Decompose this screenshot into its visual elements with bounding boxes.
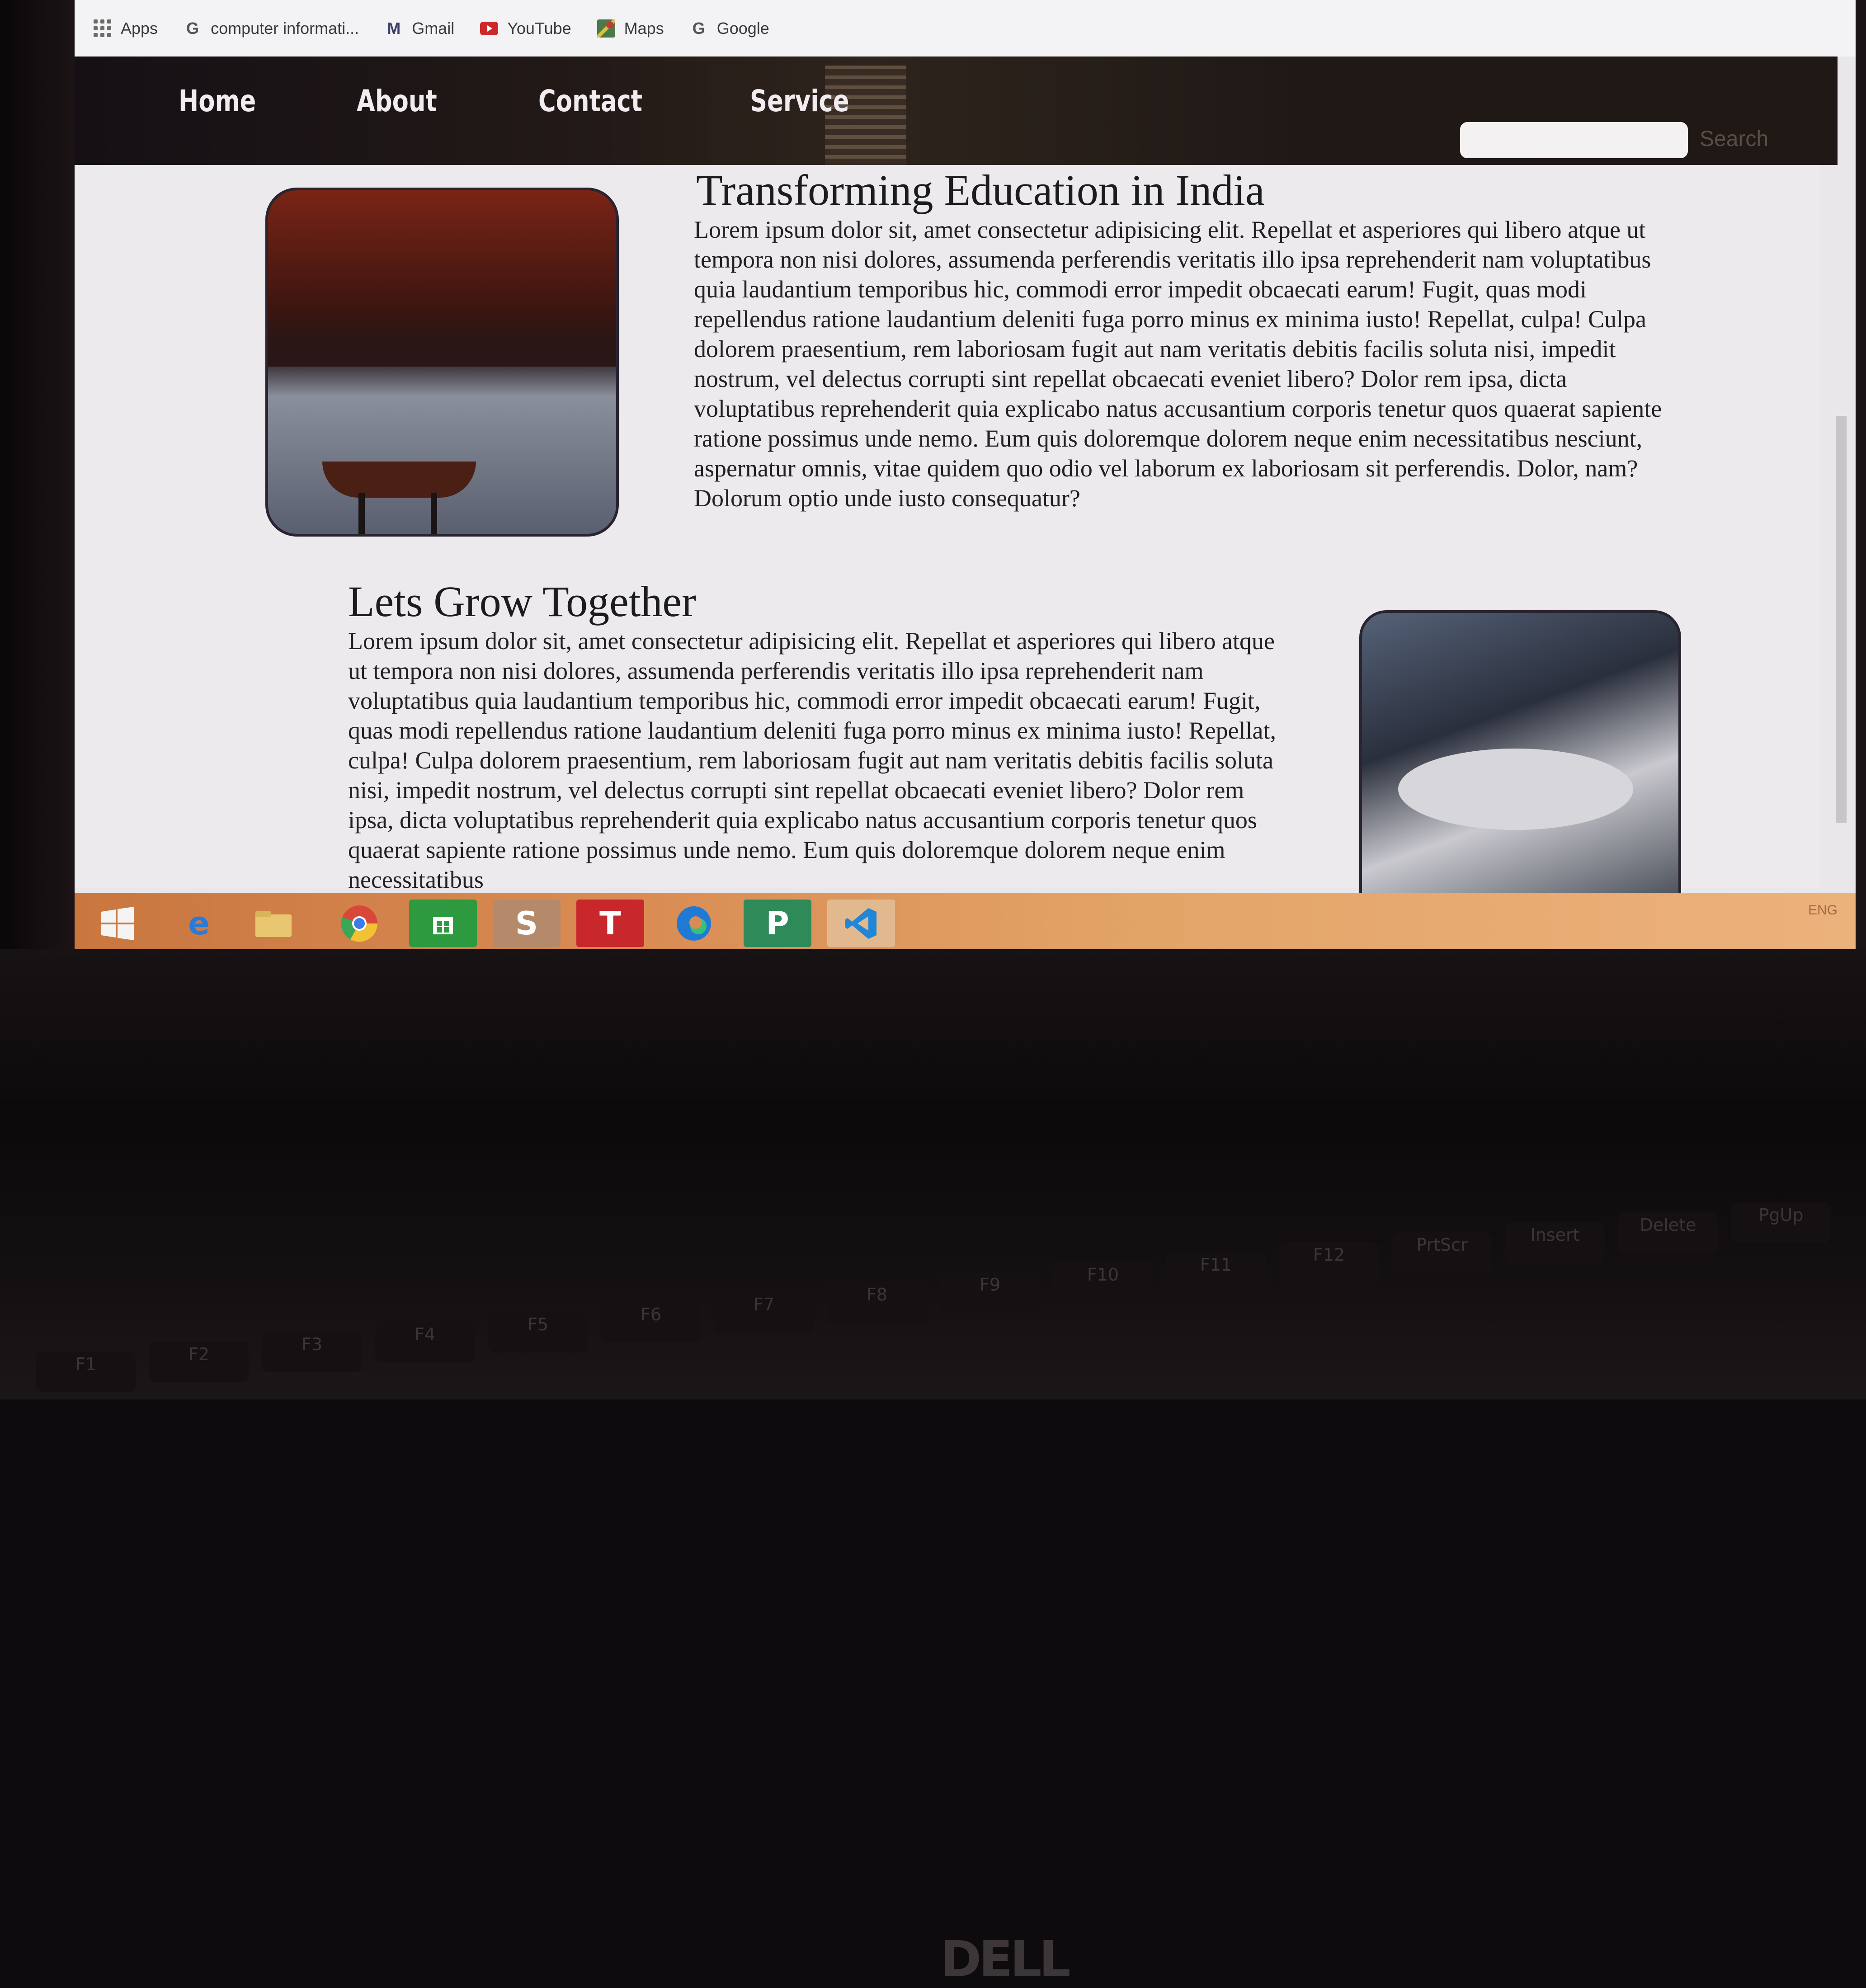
key-f11[interactable]: F11 [1166,1252,1266,1293]
bookmark-label: YouTube [507,19,571,38]
typing-app-icon[interactable]: T [576,900,644,947]
section-title-grow: Lets Grow Together [348,577,696,626]
bookmark-label: Google [716,19,769,38]
bookmark-label: Gmail [412,19,455,38]
store-icon[interactable] [409,900,477,947]
key-f8[interactable]: F8 [827,1282,927,1323]
tray-language[interactable]: ENG [1808,903,1838,918]
edge-icon[interactable] [660,900,728,947]
chrome-icon[interactable] [325,900,393,947]
windows-start-icon[interactable] [84,900,151,947]
key-f1[interactable]: F1 [36,1352,136,1392]
bookmark-label: Apps [121,19,158,38]
key-f4[interactable]: F4 [375,1322,475,1362]
search-button[interactable]: Search [1700,127,1768,151]
section-body-education: Lorem ipsum dolor sit, amet consectetur … [694,216,1662,512]
project-icon[interactable]: P [744,900,811,947]
key-insert[interactable]: Insert [1505,1222,1605,1263]
gmail-icon: M [387,19,401,38]
key-f10[interactable]: F10 [1053,1262,1153,1303]
bookmark-label: computer informati... [211,19,359,38]
key-f12[interactable]: F12 [1279,1242,1379,1283]
apps-grid-icon [93,19,113,38]
key-f3[interactable]: F3 [262,1332,362,1372]
bookmark-label: Maps [624,19,664,38]
page-scrollbar[interactable] [1836,416,1847,823]
key-pgup[interactable]: PgUp [1731,1202,1831,1243]
dell-logo: DELL [940,1930,1071,1988]
bookmarks-bar: Apps G computer informati... M Gmail You… [75,0,1856,57]
bookmark-google[interactable]: G Google [689,19,769,38]
main-nav: Home About Contact Service [179,84,955,118]
nav-contact-link[interactable]: Contact [538,84,642,118]
laptop-keyboard: F1 F2 F3 F4 F5 F6 F7 F8 F9 F10 F11 F12 PrtScr Insert D… [0,1098,1866,1399]
bookmark-gmail[interactable]: M Gmail [384,19,454,38]
google-g-icon: G [186,19,199,38]
key-f5[interactable]: F5 [488,1312,588,1352]
laptop-bezel-left [0,0,77,972]
search-input[interactable] [1460,122,1688,158]
key-f9[interactable]: F9 [940,1272,1040,1313]
maps-icon [596,19,616,38]
file-explorer-icon[interactable] [240,900,307,947]
bookmark-apps[interactable]: Apps [93,19,158,38]
key-f2[interactable]: F2 [149,1342,249,1382]
key-prtscr[interactable]: PrtScr [1392,1232,1492,1273]
laptop-bezel-bottom: DELL [0,949,1866,1988]
nav-service-link[interactable]: Service [750,84,849,118]
computer-mouse-image [1359,610,1681,932]
site-header: Home About Contact Service Search [75,57,1838,165]
bookmark-maps[interactable]: Maps [596,19,664,38]
laptop-screen: Apps G computer informati... M Gmail You… [75,0,1856,954]
bookmark-youtube[interactable]: YouTube [479,19,571,38]
youtube-icon [479,19,499,38]
system-tray[interactable]: ENG [1808,902,1838,919]
windows-taskbar: e S T P ENG [75,893,1856,954]
vscode-icon[interactable] [827,900,895,947]
key-f7[interactable]: F7 [714,1292,814,1333]
main-content: Transforming Education in India Lorem ip… [75,165,1819,932]
sway-icon[interactable]: S [493,900,561,947]
section-title-education: Transforming Education in India [696,166,1265,214]
google-g-icon: G [692,19,705,38]
bookmark-computer-information[interactable]: G computer informati... [183,19,359,38]
nav-about-link[interactable]: About [357,84,437,118]
nav-home-link[interactable]: Home [179,84,256,118]
section-body-grow: Lorem ipsum dolor sit, amet consectetur … [348,627,1277,893]
internet-explorer-icon[interactable]: e [165,900,233,947]
key-delete[interactable]: Delete [1618,1212,1718,1253]
key-f6[interactable]: F6 [601,1302,701,1343]
room-interior-image [265,188,619,537]
